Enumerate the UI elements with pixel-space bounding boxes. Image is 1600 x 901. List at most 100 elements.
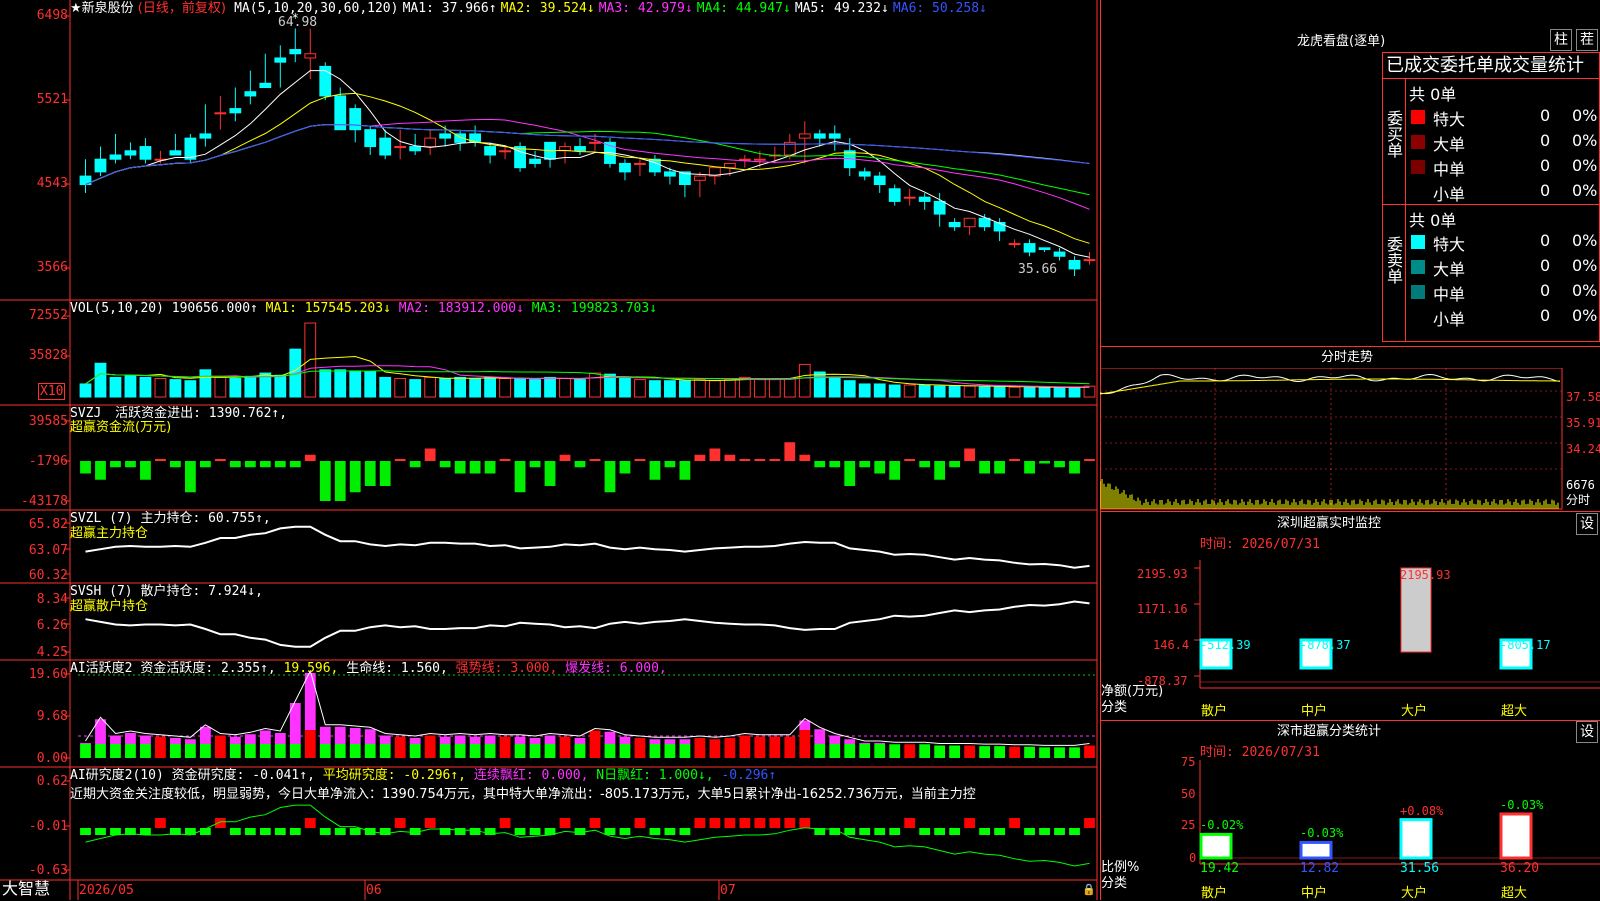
candle-body[interactable] [124,150,137,156]
vol-unit-badge[interactable]: X10 [38,383,66,400]
lock-icon[interactable]: 🔒 [1082,882,1096,897]
volume-bar[interactable] [94,362,107,398]
volume-bar[interactable] [484,376,496,398]
kline-chart-area[interactable]: * ★新泉股份 (日线，前复权) MA(5,10,20,30,60,120) M… [0,0,1100,900]
volume-bar[interactable] [783,378,796,398]
candle-body[interactable] [963,217,976,228]
candle-body[interactable] [139,146,152,160]
candle-body[interactable] [813,133,826,139]
volume-bar[interactable] [589,372,601,398]
candle-body[interactable] [484,146,496,156]
candle-body[interactable] [94,158,107,173]
volume-bar[interactable] [274,374,287,398]
volume-bar[interactable] [379,376,392,398]
volume-bar[interactable] [978,386,991,398]
candle-body[interactable] [634,162,646,165]
volume-bar[interactable] [124,374,137,398]
pie-view-button[interactable]: 茬 [1576,29,1598,51]
volume-bar[interactable] [753,378,766,398]
volume-bar[interactable] [109,376,122,398]
candle-body[interactable] [693,175,706,181]
volume-bar[interactable] [79,383,92,398]
volume-bar[interactable] [514,378,526,398]
volume-bar[interactable] [199,369,212,398]
candle-body[interactable] [753,158,766,161]
volume-bar[interactable] [738,376,751,398]
candle-body[interactable] [439,133,452,139]
volume-bar[interactable] [843,380,856,398]
candle-body[interactable] [394,146,407,149]
candle-body[interactable] [364,129,377,148]
candle-body[interactable] [274,57,287,63]
candle-body[interactable] [379,137,392,156]
candle-body[interactable] [574,146,586,152]
candle-body[interactable] [619,162,631,173]
candle-body[interactable] [948,222,961,228]
candle-body[interactable] [589,141,601,144]
volume-bar[interactable] [394,378,407,398]
volume-bar[interactable] [154,378,167,398]
candle-body[interactable] [109,154,122,160]
volume-bar[interactable] [244,375,257,398]
candle-body[interactable] [349,108,362,131]
candle-body[interactable] [499,150,511,153]
volume-bar[interactable] [349,370,362,398]
volume-bar[interactable] [214,376,227,398]
volume-bar[interactable] [454,376,467,398]
volume-bar[interactable] [813,371,826,398]
candle-body[interactable] [903,196,916,199]
volume-bar[interactable] [619,378,631,398]
chart-mode[interactable]: (日线，前复权) [138,1,226,16]
volume-bar[interactable] [1008,386,1021,398]
candle-body[interactable] [978,217,991,228]
candle-body[interactable] [259,82,272,88]
candle-body[interactable] [798,133,811,139]
volume-bar[interactable] [664,380,676,398]
candle-body[interactable] [1023,243,1036,253]
candle-body[interactable] [1008,243,1021,246]
candle-body[interactable] [858,171,871,177]
volume-bar[interactable] [469,378,482,398]
volume-bar[interactable] [918,384,931,398]
volume-bar[interactable] [424,376,437,398]
candle-body[interactable] [229,108,242,114]
volume-bar[interactable] [544,376,556,398]
volume-bar[interactable] [693,379,706,398]
volume-bar[interactable] [1068,387,1081,398]
volume-bar[interactable] [903,384,916,398]
volume-bar[interactable] [289,348,302,398]
candle-body[interactable] [409,146,422,152]
candle-body[interactable] [888,188,901,202]
candle-body[interactable] [828,133,841,139]
candle-body[interactable] [244,91,257,97]
candle-body[interactable] [214,112,227,115]
candle-body[interactable] [873,175,886,186]
candle-body[interactable] [199,133,212,139]
volume-bar[interactable] [679,380,691,398]
intraday-chart[interactable] [1100,368,1600,510]
volume-bar[interactable] [529,379,541,398]
candle-body[interactable] [933,200,946,215]
candle-body[interactable] [1038,247,1051,250]
candle-body[interactable] [184,137,197,160]
volume-bar[interactable] [319,369,332,398]
volume-bar[interactable] [229,378,242,398]
volume-bar[interactable] [634,379,646,398]
candle-body[interactable] [529,158,541,164]
volume-bar[interactable] [828,376,841,398]
volume-bar[interactable] [364,371,377,398]
bar-view-button[interactable]: 柱 [1550,29,1572,51]
candle-body[interactable] [169,150,182,156]
volume-bar[interactable] [723,379,736,398]
monitor-settings-button[interactable]: 设 [1576,513,1598,535]
volume-bar[interactable] [858,383,871,398]
volume-bar[interactable] [873,383,886,398]
volume-bar[interactable] [409,379,422,398]
candle-body[interactable] [918,196,931,202]
candle-body[interactable] [1053,251,1066,257]
volume-bar[interactable] [933,385,946,398]
volume-bar[interactable] [888,384,901,398]
kline-svg[interactable]: * [0,0,1100,900]
volume-bar[interactable] [948,385,961,398]
volume-bar[interactable] [768,378,781,398]
